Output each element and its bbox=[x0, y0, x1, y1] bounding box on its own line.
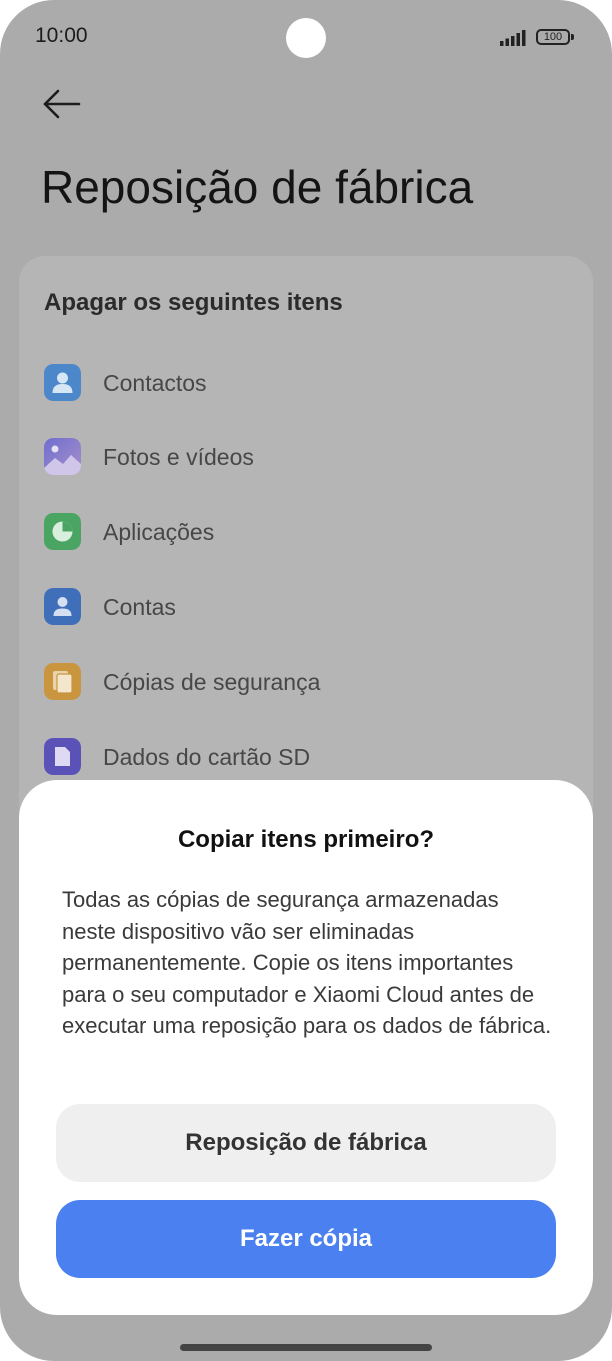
contacts-icon bbox=[44, 364, 81, 401]
dialog-title: Copiar itens primeiro? bbox=[177, 826, 435, 853]
dialog-message: Todas as cópias de segurança armazenadas… bbox=[62, 887, 552, 1038]
apps-icon bbox=[44, 513, 81, 550]
accounts-icon bbox=[44, 588, 81, 625]
list-item-apps: Aplicações bbox=[44, 513, 564, 551]
make-backup-button[interactable]: Fazer cópia bbox=[56, 1200, 556, 1278]
list-item-contacts: Contactos bbox=[44, 364, 564, 402]
item-label: Contas bbox=[103, 594, 176, 620]
confirm-dialog: Copiar itens primeiro? Todas as cópias d… bbox=[19, 780, 593, 1315]
item-label: Dados do cartão SD bbox=[103, 744, 311, 770]
factory-reset-button[interactable]: Reposição de fábrica bbox=[56, 1104, 556, 1182]
list-item-photos: Fotos e vídeos bbox=[44, 438, 564, 476]
back-arrow-icon[interactable] bbox=[42, 86, 82, 122]
item-label: Aplicações bbox=[103, 519, 215, 545]
front-camera-cutout bbox=[286, 18, 326, 58]
battery-level: 100 bbox=[543, 31, 563, 43]
list-item-accounts: Contas bbox=[44, 588, 564, 626]
battery-tip bbox=[571, 34, 574, 40]
battery-icon: 100 bbox=[536, 29, 570, 45]
list-item-backups: Cópias de segurança bbox=[44, 663, 564, 701]
gallery-icon bbox=[44, 438, 81, 475]
item-label: Fotos e vídeos bbox=[103, 444, 254, 470]
signal-icon bbox=[500, 30, 526, 46]
status-bar: 10:00 100 bbox=[0, 0, 612, 76]
phone-screen: 10:00 100 Reposição de fábrica Apagar os… bbox=[0, 0, 612, 1361]
card-title: Apagar os seguintes itens bbox=[44, 289, 343, 316]
page-title: Reposição de fábrica bbox=[41, 161, 474, 213]
item-label: Cópias de segurança bbox=[103, 669, 321, 695]
backup-icon bbox=[44, 663, 81, 700]
status-time: 10:00 bbox=[35, 24, 88, 47]
list-item-sd-card: Dados do cartão SD bbox=[44, 738, 564, 776]
item-label: Contactos bbox=[103, 370, 207, 396]
home-indicator[interactable] bbox=[180, 1344, 432, 1351]
sd-card-icon bbox=[44, 738, 81, 775]
